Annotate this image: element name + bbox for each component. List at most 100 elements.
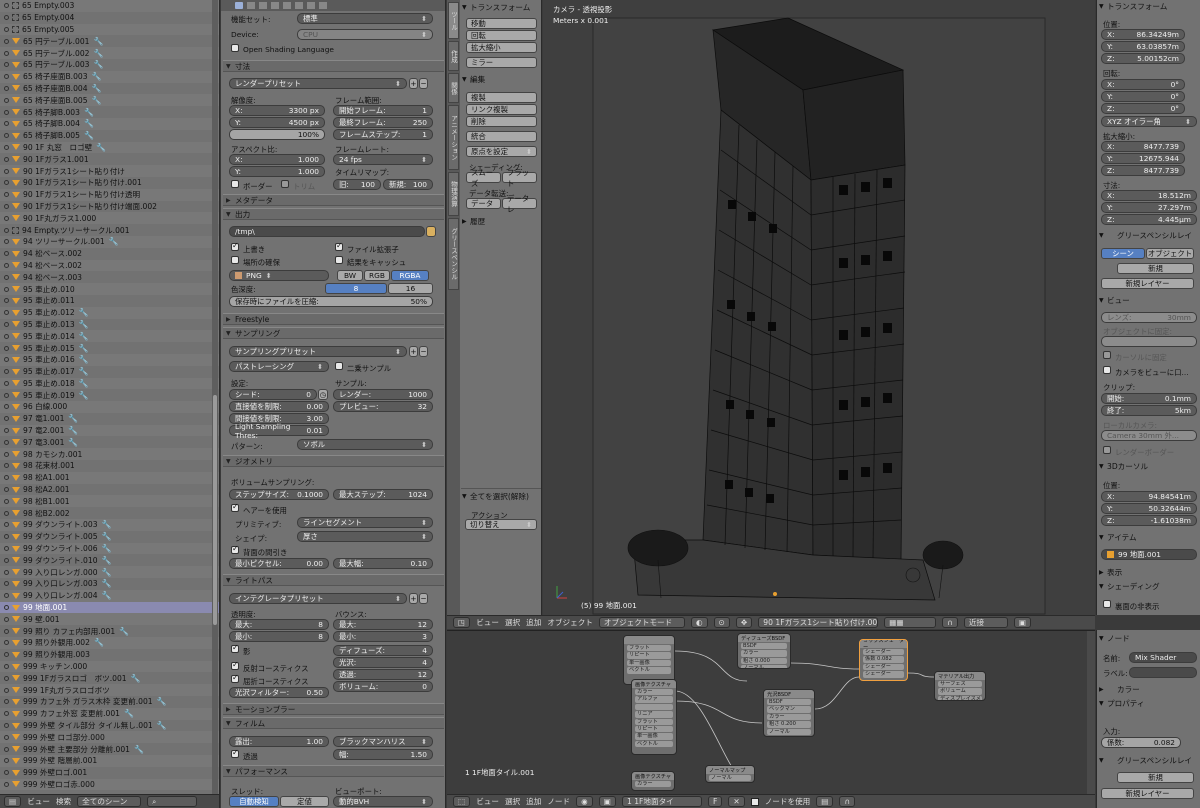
diffuse-bounces-field[interactable]: ディフューズ: 4: [333, 645, 433, 656]
modifier-wrench-icon[interactable]: 🔧: [94, 49, 104, 58]
modifier-wrench-icon[interactable]: 🔧: [157, 697, 167, 706]
modifier-wrench-icon[interactable]: 🔧: [79, 391, 89, 400]
outliner-row[interactable]: 99 照り外観用.003: [0, 649, 219, 661]
frame-end-field[interactable]: 最終フレーム: 250: [333, 117, 433, 128]
expand-icon[interactable]: [4, 156, 9, 162]
sampling-section[interactable]: サンプリング: [223, 327, 444, 339]
local-camera-field[interactable]: Camera 30mm 外...: [1101, 430, 1197, 441]
node-socket-row[interactable]: フラット: [635, 718, 673, 725]
modifier-wrench-icon[interactable]: 🔧: [79, 320, 89, 329]
expand-icon[interactable]: [4, 734, 9, 740]
outliner-row[interactable]: 94 松ベース.003: [0, 271, 219, 283]
expand-icon[interactable]: [4, 74, 9, 80]
refractive-caustics-checkbox[interactable]: [231, 673, 239, 683]
outliner-row[interactable]: 95 車止め.016 🔧: [0, 353, 219, 366]
transp-min-field[interactable]: 最小: 8: [229, 631, 329, 642]
expand-icon[interactable]: [4, 215, 9, 221]
outliner-row[interactable]: 95 車止め.014 🔧: [0, 330, 219, 343]
integrator-preset-dropdown[interactable]: インテグレータプリセット: [229, 593, 407, 604]
add-integrator-preset-button[interactable]: +: [409, 593, 418, 604]
expand-icon[interactable]: [4, 97, 9, 103]
search-icon[interactable]: ⌕: [147, 796, 198, 807]
shelf-edit-header[interactable]: 編集: [461, 73, 541, 85]
node-name-field[interactable]: Mix Shader: [1129, 652, 1197, 663]
expand-icon[interactable]: [4, 510, 9, 516]
light-paths-section[interactable]: ライトパス: [223, 574, 444, 586]
outliner-row[interactable]: 99 壁.001: [0, 613, 219, 626]
layers-icon[interactable]: ▦▦: [884, 617, 937, 628]
node-socket-row[interactable]: 係数 0.082: [863, 656, 904, 663]
set-origin-dropdown[interactable]: 原点を設定: [466, 146, 537, 157]
expand-icon[interactable]: [4, 3, 9, 9]
modifier-wrench-icon[interactable]: 🔧: [68, 426, 78, 435]
outliner-row[interactable]: 99 照り カフェ内部用.001 🔧: [0, 625, 219, 637]
render-layers-icon[interactable]: [247, 2, 255, 9]
outliner-row[interactable]: 90 1Fガラス1シート貼り付け透明: [0, 188, 219, 201]
shader-node[interactable]: ノーマルマップ ノーマル: [705, 765, 755, 783]
viewport-shading-icon[interactable]: ◐: [690, 617, 708, 628]
scale-y-field[interactable]: Y: 12675.944: [1101, 153, 1185, 164]
expand-icon[interactable]: [4, 593, 9, 599]
outliner-row[interactable]: 65 Empty.005: [0, 23, 219, 36]
expand-icon[interactable]: [4, 392, 9, 398]
modifier-wrench-icon[interactable]: 🔧: [102, 520, 112, 529]
world-icon[interactable]: [271, 2, 279, 9]
node-socket-row[interactable]: ディスプレイスメ: [938, 695, 982, 700]
dimensions-section[interactable]: 寸法: [223, 60, 444, 72]
expand-icon[interactable]: [4, 781, 9, 787]
expand-icon[interactable]: [4, 664, 9, 670]
node-socket-row[interactable]: ベックマン: [767, 706, 811, 713]
expand-icon[interactable]: [4, 557, 9, 563]
file-format-dropdown[interactable]: PNG: [229, 270, 329, 281]
outliner-row[interactable]: 95 車止め.013 🔧: [0, 319, 219, 331]
cache-result-checkbox[interactable]: [335, 256, 343, 264]
modifier-wrench-icon[interactable]: 🔧: [92, 84, 102, 93]
glossy-bounces-field[interactable]: 光沢: 4: [333, 657, 433, 668]
expand-icon[interactable]: [4, 262, 9, 268]
outliner-row[interactable]: 999 外壁ロゴ赤.000: [0, 778, 219, 791]
outliner-row[interactable]: 99 ダウンライト.010 🔧: [0, 554, 219, 566]
outliner-row[interactable]: 94 松ベース.002: [0, 248, 219, 260]
node-socket-row[interactable]: ノーマル: [709, 775, 751, 782]
outliner-row[interactable]: 97 竜3.001 🔧: [0, 436, 219, 448]
scale-z-field[interactable]: Z: 8477.739: [1101, 165, 1185, 176]
reflective-caustics-checkbox[interactable]: [231, 660, 239, 670]
compression-slider[interactable]: 保存時にファイルを圧縮: 50%: [229, 296, 433, 307]
outliner-row[interactable]: 94 Empty.ツリーサークル.001: [0, 224, 219, 236]
expand-icon[interactable]: [4, 475, 9, 481]
expand-icon[interactable]: [4, 62, 9, 68]
geometry-section[interactable]: ジオメトリ: [223, 455, 444, 467]
exposure-field[interactable]: 露出: 1.00: [229, 736, 329, 747]
expand-icon[interactable]: [4, 310, 9, 316]
bounce-min-field[interactable]: 最小: 3: [333, 631, 433, 642]
filter-width-field[interactable]: 幅: 1.50: [333, 749, 433, 760]
expand-icon[interactable]: [4, 699, 9, 705]
operator-panel-header[interactable]: 全てを選択(解除): [461, 490, 541, 502]
expand-icon[interactable]: [4, 180, 9, 186]
delete-button[interactable]: 削除: [466, 116, 537, 127]
node-properties-header[interactable]: プロパティ: [1097, 697, 1200, 709]
node-socket-row[interactable]: 単一画像: [635, 733, 673, 740]
remove-integrator-preset-button[interactable]: −: [419, 593, 428, 604]
output-path-field[interactable]: /tmp\: [229, 226, 425, 237]
node-socket-row[interactable]: リニア: [635, 711, 673, 718]
node-socket-row[interactable]: リピート: [627, 652, 671, 659]
expand-icon[interactable]: [4, 380, 9, 386]
render-tab-icon[interactable]: [235, 2, 243, 9]
node-grease-pencil-header[interactable]: グリースペンシルレイ: [1097, 754, 1200, 766]
outliner-row[interactable]: 99 ダウンライト.005 🔧: [0, 531, 219, 543]
shader-node[interactable]: 画像テクスチャ カラー アルファ リニア フラット リピート 単一画像 ベクトル: [631, 679, 677, 755]
expand-icon[interactable]: [4, 251, 9, 257]
cursor-y-field[interactable]: Y: 50.32644m: [1101, 503, 1197, 514]
gp-new-button[interactable]: 新規: [1117, 263, 1194, 274]
node-socket-row[interactable]: ベクトル: [635, 740, 673, 748]
expand-icon[interactable]: [4, 239, 9, 245]
modifier-wrench-icon[interactable]: 🔧: [79, 332, 89, 341]
manipulator-icon[interactable]: ✥: [735, 617, 753, 628]
modifier-wrench-icon[interactable]: 🔧: [134, 745, 144, 754]
node-view-menu[interactable]: ビュー: [476, 796, 499, 807]
lock-object-field[interactable]: [1101, 336, 1197, 347]
shelf-history-header[interactable]: 履歴: [461, 215, 541, 227]
color-rgba-button[interactable]: RGBA: [391, 270, 429, 281]
modifier-wrench-icon[interactable]: [295, 2, 303, 9]
